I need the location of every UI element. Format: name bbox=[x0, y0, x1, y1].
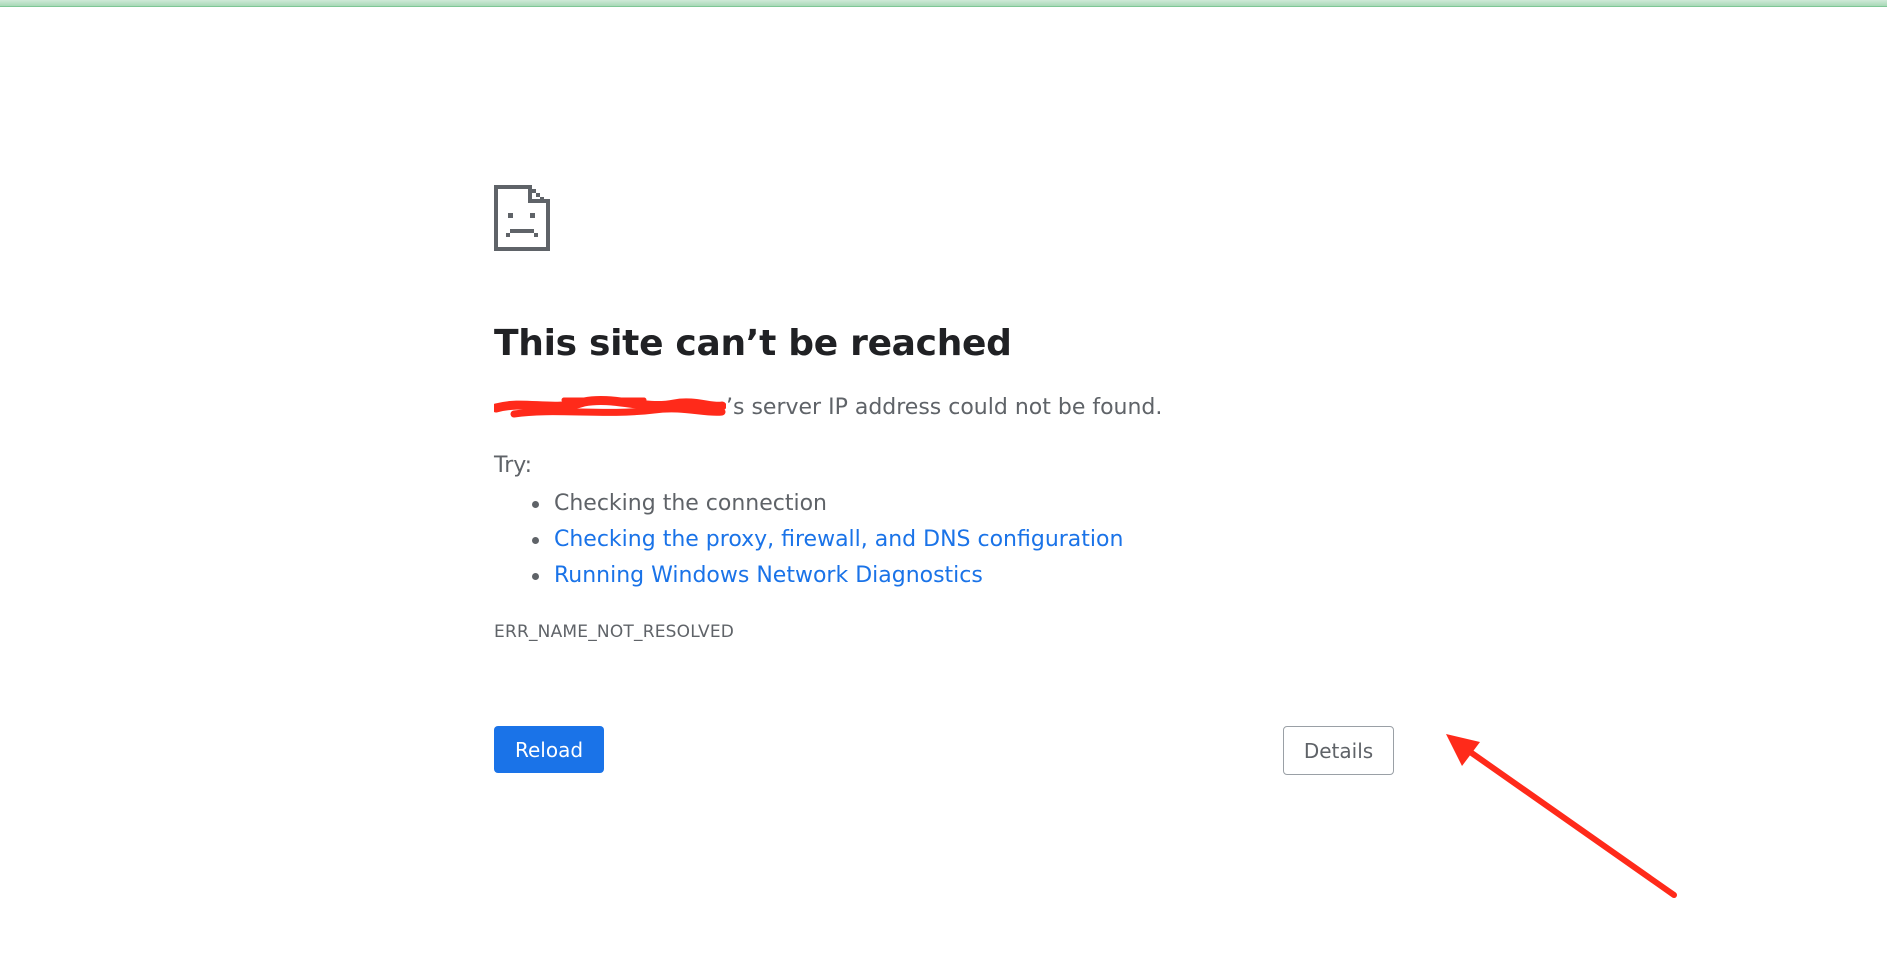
error-description: ’s server IP address could not be found. bbox=[491, 394, 1163, 420]
sad-document-icon bbox=[494, 185, 550, 251]
link-proxy-firewall-dns[interactable]: Checking the proxy, firewall, and DNS co… bbox=[554, 527, 1123, 552]
page-title: This site can’t be reached bbox=[494, 323, 1012, 364]
redacted-domain bbox=[491, 394, 727, 420]
browser-top-strip bbox=[0, 0, 1887, 7]
suggestion-item: Checking the proxy, firewall, and DNS co… bbox=[494, 522, 1123, 558]
redaction-scribble-icon bbox=[491, 395, 727, 418]
suggestion-check-connection: Checking the connection bbox=[554, 491, 828, 516]
details-button[interactable]: Details bbox=[1283, 726, 1394, 775]
try-label: Try: bbox=[494, 453, 533, 478]
bullet-icon bbox=[532, 573, 539, 580]
suggestion-list: Checking the connection Checking the pro… bbox=[494, 486, 1123, 594]
description-text: ’s server IP address could not be found. bbox=[726, 395, 1163, 420]
bullet-icon bbox=[532, 501, 539, 508]
link-network-diagnostics[interactable]: Running Windows Network Diagnostics bbox=[554, 563, 983, 588]
bullet-icon bbox=[532, 537, 539, 544]
suggestion-item: Checking the connection bbox=[494, 486, 1123, 522]
suggestion-item: Running Windows Network Diagnostics bbox=[494, 558, 1123, 594]
error-code: ERR_NAME_NOT_RESOLVED bbox=[494, 622, 735, 642]
red-arrow-annotation bbox=[1446, 734, 1677, 898]
reload-button[interactable]: Reload bbox=[494, 726, 604, 773]
